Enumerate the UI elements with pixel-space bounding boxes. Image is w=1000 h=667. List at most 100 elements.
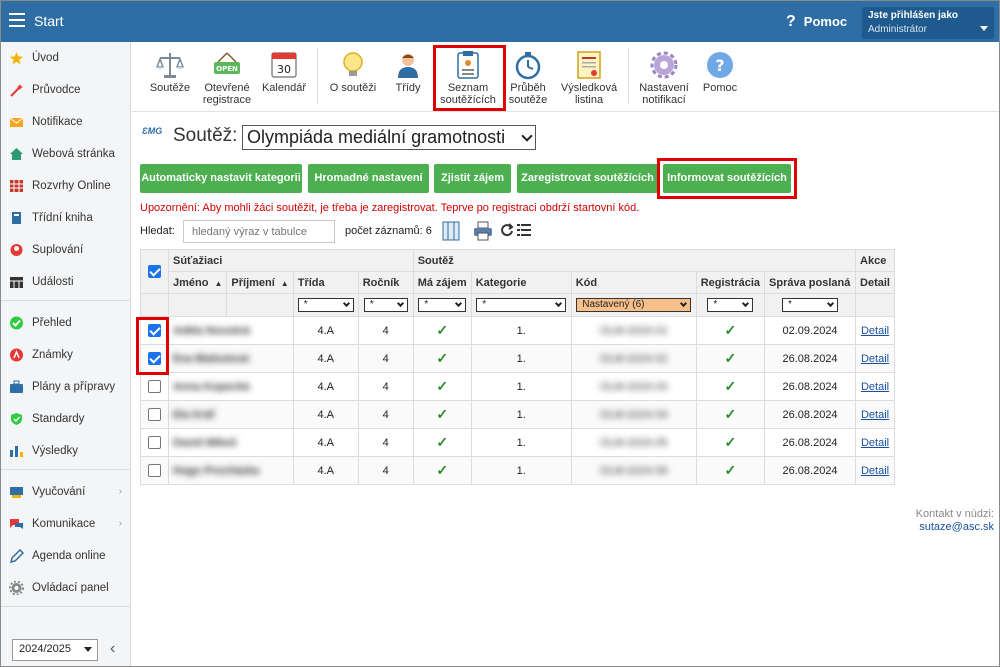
sidebar-item-úvod[interactable]: Úvod bbox=[0, 44, 130, 72]
tool-notification-settings[interactable]: Nastavení notifikací bbox=[636, 46, 692, 110]
tool-competitions[interactable]: Soutěže bbox=[148, 46, 192, 110]
certificate-icon bbox=[577, 51, 601, 79]
class-cell: 4.A bbox=[292, 428, 359, 457]
school-year-select[interactable]: 2024/2025 bbox=[12, 639, 98, 661]
row-checkbox[interactable] bbox=[148, 324, 161, 337]
sidebar-item-label: Plány a přípravy bbox=[32, 381, 116, 393]
help-icon: ? bbox=[786, 13, 796, 30]
message-sent-cell: 26.08.2024 bbox=[764, 400, 857, 429]
sidebar-item-vyučování[interactable]: Vyučování › bbox=[0, 478, 130, 506]
detail-link[interactable]: Detail bbox=[861, 325, 889, 337]
row-checkbox[interactable] bbox=[148, 464, 161, 477]
tool-calendar[interactable]: 30 Kalendář bbox=[260, 46, 308, 110]
code-cell: OLM-2024-03 bbox=[599, 380, 668, 393]
col-class[interactable]: Třída bbox=[292, 271, 359, 294]
collapse-sidebar-icon[interactable]: ‹ bbox=[110, 640, 115, 658]
filter-interest[interactable]: * bbox=[418, 298, 467, 312]
register-contestants-button[interactable]: Zaregistrovat soutěžících bbox=[517, 164, 658, 193]
detail-link[interactable]: Detail bbox=[861, 437, 889, 449]
tool-results[interactable]: Výsledková listina bbox=[558, 46, 620, 110]
sidebar-item-label: Standardy bbox=[32, 413, 85, 425]
sidebar-item-průvodce[interactable]: Průvodce bbox=[0, 76, 130, 104]
sidebar-item-label: Průvodce bbox=[32, 84, 81, 96]
toolbar: Soutěže OPEN Otevřené registrace 30 Kale… bbox=[132, 42, 1000, 112]
row-checkbox[interactable] bbox=[148, 380, 161, 393]
detail-link[interactable]: Detail bbox=[861, 409, 889, 421]
table-row: David Mikeš 4.A 4 ✓ 1. OLM-2024-05 ✓ 26.08.2024… bbox=[140, 428, 895, 457]
filter-category[interactable]: * bbox=[476, 298, 567, 312]
sidebar-item-události[interactable]: Události bbox=[0, 268, 130, 296]
col-category[interactable]: Kategorie bbox=[470, 271, 572, 294]
sidebar-item-label: Agenda online bbox=[32, 550, 106, 562]
select-all-checkbox[interactable] bbox=[148, 265, 161, 278]
tool-contestant-list[interactable]: Seznam soutěžících bbox=[436, 46, 500, 110]
row-checkbox[interactable] bbox=[148, 436, 161, 449]
sidebar-item-webová-stránka[interactable]: Webová stránka bbox=[0, 140, 130, 168]
sidebar-item-ovládací-panel[interactable]: Ovládací panel bbox=[0, 574, 130, 602]
inform-contestants-button[interactable]: Informovat soutěžících bbox=[663, 164, 791, 193]
sidebar-item-třídní-kniha[interactable]: Třídní kniha bbox=[0, 204, 130, 232]
sidebar-item-label: Přehled bbox=[32, 317, 72, 329]
filter-registration[interactable]: * bbox=[707, 298, 754, 312]
sidebar-item-label: Suplování bbox=[32, 244, 84, 256]
tool-about-competition[interactable]: O soutěži bbox=[328, 46, 378, 110]
help-link[interactable]: ? Pomoc bbox=[786, 13, 847, 31]
search-input[interactable] bbox=[183, 220, 335, 243]
col-grade[interactable]: Ročník bbox=[357, 271, 414, 294]
check-circle-icon bbox=[10, 316, 23, 330]
tool-help[interactable]: ? Pomoc bbox=[700, 46, 740, 110]
check-interest-button[interactable]: Zjistit zájem bbox=[434, 164, 511, 193]
col-last-name[interactable]: Příjmení ▲ bbox=[226, 271, 294, 294]
student-name: Eva Blahutová bbox=[173, 352, 249, 365]
student-name: Ela Kráľ bbox=[173, 408, 216, 421]
grade-cell: 4 bbox=[357, 316, 414, 345]
print-icon[interactable] bbox=[473, 221, 493, 241]
user-label: Jste přihlášen jako bbox=[868, 10, 959, 21]
user-menu[interactable]: Jste přihlášen jako Administrátor bbox=[862, 7, 994, 39]
row-checkbox[interactable] bbox=[148, 352, 161, 365]
detail-link[interactable]: Detail bbox=[861, 465, 889, 477]
row-checkbox[interactable] bbox=[148, 408, 161, 421]
sidebar-item-přehled[interactable]: Přehled bbox=[0, 309, 130, 337]
filter-message-sent[interactable]: * bbox=[782, 298, 839, 312]
clipboard-list-icon bbox=[457, 51, 479, 79]
registration-check-icon: ✓ bbox=[724, 434, 737, 450]
sidebar-item-rozvrhy-online[interactable]: Rozvrhy Online bbox=[0, 172, 130, 200]
bulk-settings-button[interactable]: Hromadné nastavení bbox=[308, 164, 429, 193]
sidebar-item-standardy[interactable]: Standardy bbox=[0, 405, 130, 433]
competition-select[interactable]: Olympiáda mediální gramotnosti bbox=[242, 125, 536, 150]
sidebar-item-komunikace[interactable]: Komunikace › bbox=[0, 510, 130, 538]
list-icon[interactable] bbox=[517, 223, 531, 237]
grade-cell: 4 bbox=[357, 344, 414, 373]
toolbar-divider bbox=[628, 48, 629, 104]
envelope-icon bbox=[9, 117, 24, 127]
filter-grade[interactable]: * bbox=[363, 298, 408, 312]
sidebar-item-suplování[interactable]: Suplování bbox=[0, 236, 130, 264]
contact-email-link[interactable]: sutaze@asc.sk bbox=[916, 521, 994, 534]
refresh-icon[interactable] bbox=[500, 223, 514, 237]
col-message-sent[interactable]: Správa poslaná bbox=[764, 271, 857, 294]
grade-icon bbox=[10, 348, 23, 362]
group-actions: Akce bbox=[855, 249, 895, 272]
filter-class[interactable]: * bbox=[297, 298, 354, 312]
detail-link[interactable]: Detail bbox=[861, 353, 889, 365]
detail-link[interactable]: Detail bbox=[861, 381, 889, 393]
col-first-name[interactable]: Jméno ▲ bbox=[167, 271, 228, 294]
tool-competition-progress[interactable]: Průběh soutěže bbox=[504, 46, 552, 110]
sidebar-item-výsledky[interactable]: Výsledky bbox=[0, 437, 130, 465]
tool-classes[interactable]: Třídy bbox=[388, 46, 428, 110]
sidebar-item-notifikace[interactable]: Notifikace bbox=[0, 108, 130, 136]
auto-category-button[interactable]: Automaticky nastavit kategorii bbox=[140, 164, 302, 193]
registration-check-icon: ✓ bbox=[724, 322, 737, 338]
col-registration[interactable]: Registrácia bbox=[695, 271, 766, 294]
menu-icon[interactable] bbox=[9, 13, 25, 27]
columns-icon[interactable] bbox=[442, 221, 460, 241]
sidebar-item-známky[interactable]: Známky bbox=[0, 341, 130, 369]
sidebar-item-agenda-online[interactable]: Agenda online bbox=[0, 542, 130, 570]
sidebar-item-plány-a-přípravy[interactable]: Plány a přípravy bbox=[0, 373, 130, 401]
filter-code[interactable]: Nastavený (6) bbox=[576, 298, 692, 312]
col-interest[interactable]: Má zájem bbox=[412, 271, 472, 294]
app-title[interactable]: Start bbox=[34, 13, 64, 29]
col-code[interactable]: Kód bbox=[570, 271, 697, 294]
tool-open-registration[interactable]: OPEN Otevřené registrace bbox=[200, 46, 254, 110]
